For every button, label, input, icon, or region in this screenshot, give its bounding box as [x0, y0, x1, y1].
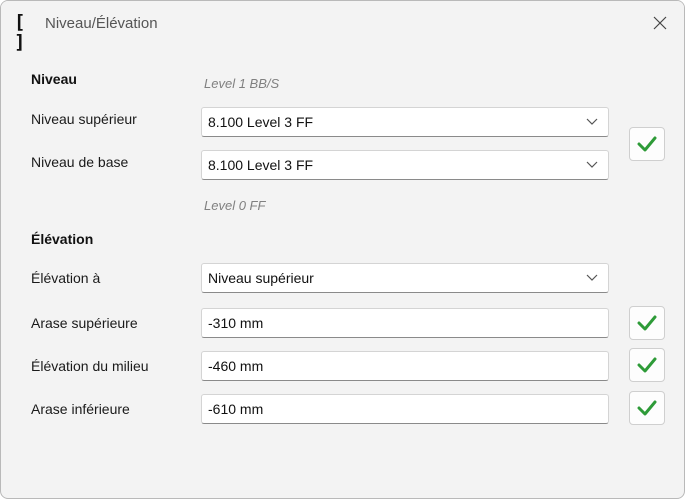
- top-edge-value: -310 mm: [208, 315, 264, 331]
- bottom-edge-label: Arase inférieure: [31, 401, 130, 417]
- confirm-middle-elevation-button[interactable]: [629, 348, 665, 382]
- base-level-value: 8.100 Level 3 FF: [208, 157, 314, 173]
- upper-level-label: Niveau supérieur: [31, 111, 137, 127]
- elevation-at-dropdown[interactable]: Niveau supérieur: [201, 263, 609, 293]
- middle-elevation-value: -460 mm: [208, 358, 264, 374]
- close-icon: [653, 16, 667, 30]
- checkmark-icon: [637, 400, 657, 416]
- bottom-edge-value: -610 mm: [208, 401, 264, 417]
- chevron-down-icon: [586, 274, 598, 281]
- middle-elevation-label: Élévation du milieu: [31, 358, 149, 374]
- checkmark-icon: [637, 357, 657, 373]
- chevron-down-icon: [586, 161, 598, 168]
- close-button[interactable]: [641, 6, 679, 40]
- base-level-hint: Level 0 FF: [204, 198, 266, 213]
- bottom-edge-input[interactable]: -610 mm: [201, 394, 609, 424]
- checkmark-icon: [637, 136, 657, 152]
- elevation-at-label: Élévation à: [31, 270, 101, 286]
- level-section-header: Niveau: [31, 71, 77, 87]
- elevation-section-header: Élévation: [31, 231, 94, 247]
- title-bar: [ ] Niveau/Élévation: [1, 1, 684, 53]
- checkmark-icon: [637, 315, 657, 331]
- bracket-icon: [ ]: [14, 11, 26, 53]
- base-level-dropdown[interactable]: 8.100 Level 3 FF: [201, 150, 609, 180]
- confirm-top-edge-button[interactable]: [629, 306, 665, 340]
- chevron-down-icon: [586, 118, 598, 125]
- base-level-label: Niveau de base: [31, 154, 129, 170]
- upper-level-dropdown[interactable]: 8.100 Level 3 FF: [201, 107, 609, 137]
- confirm-bottom-edge-button[interactable]: [629, 391, 665, 425]
- upper-level-value: 8.100 Level 3 FF: [208, 114, 314, 130]
- window-title: Niveau/Élévation: [45, 15, 158, 32]
- upper-level-hint: Level 1 BB/S: [204, 76, 280, 91]
- confirm-level-button[interactable]: [629, 127, 665, 161]
- elevation-at-value: Niveau supérieur: [208, 270, 314, 286]
- top-edge-input[interactable]: -310 mm: [201, 308, 609, 338]
- top-edge-label: Arase supérieure: [31, 315, 138, 331]
- middle-elevation-input[interactable]: -460 mm: [201, 351, 609, 381]
- dialog-window: [ ] Niveau/Élévation Niveau Level 1 BB/S…: [0, 0, 685, 499]
